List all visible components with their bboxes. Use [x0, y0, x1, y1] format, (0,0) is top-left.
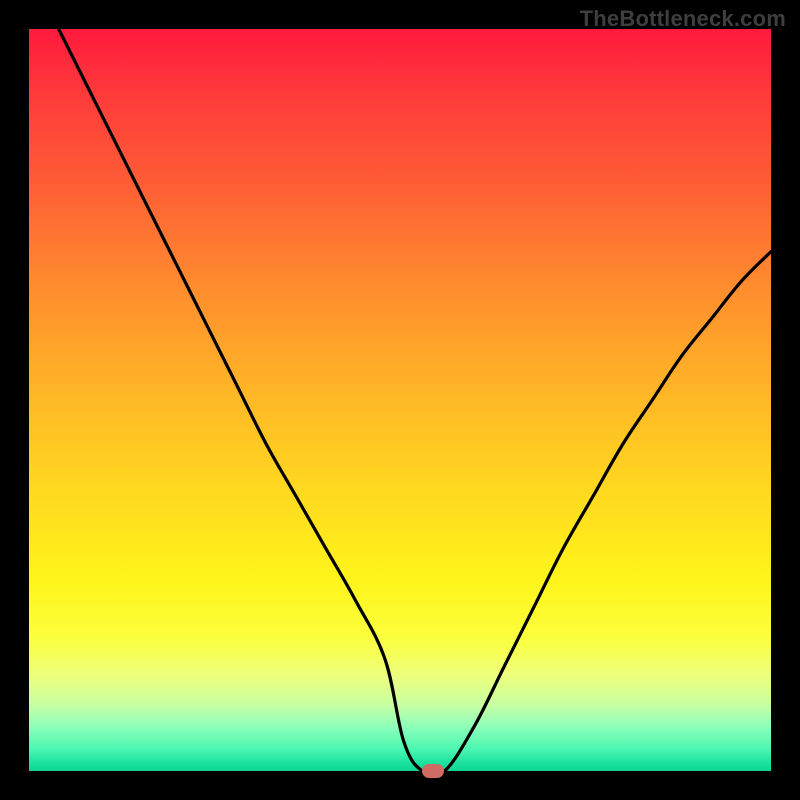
chart-frame: TheBottleneck.com [0, 0, 800, 800]
optimal-marker [422, 764, 444, 778]
plot-area [29, 29, 771, 771]
curve-layer [29, 29, 771, 771]
bottleneck-curve [59, 29, 771, 771]
